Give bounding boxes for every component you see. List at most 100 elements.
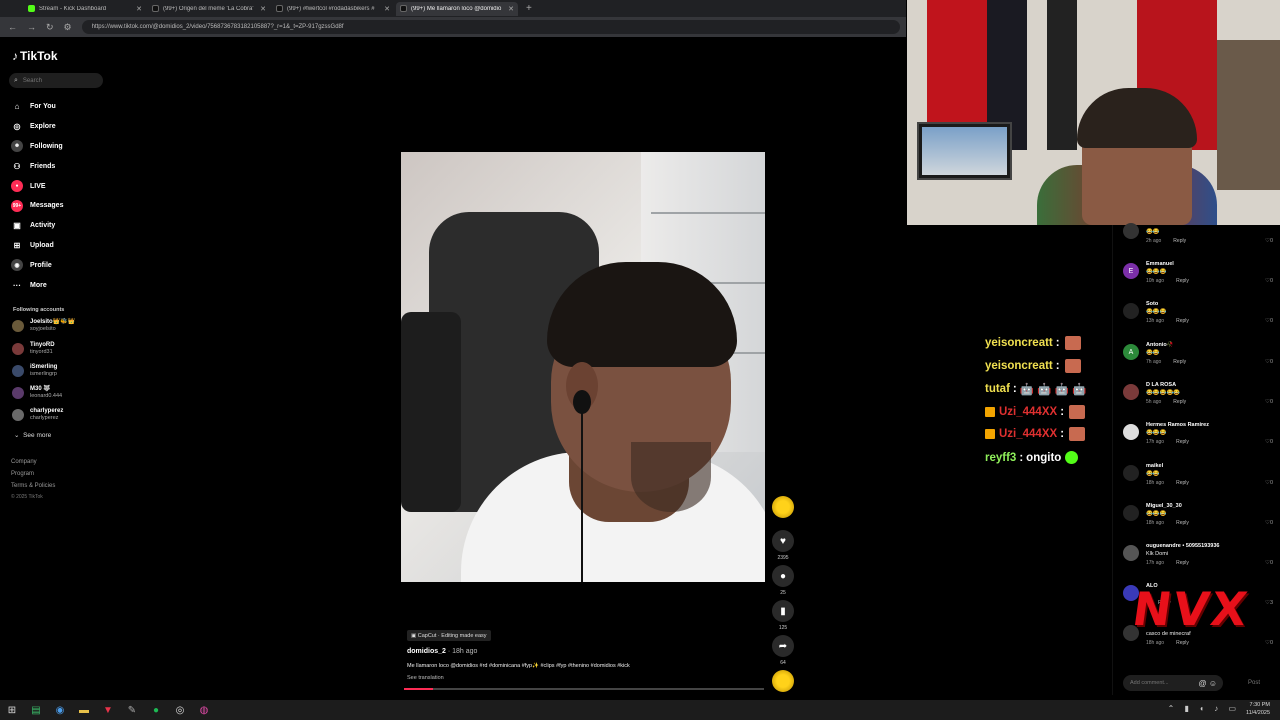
reply-button[interactable]: Reply <box>1173 359 1186 365</box>
like-button[interactable]: ♥ 2395 <box>772 530 794 561</box>
comment-author[interactable]: maikel <box>1146 463 1163 469</box>
sidebar-item-more[interactable]: ··· More <box>11 275 63 295</box>
sidebar-item-for-you[interactable]: ⌂ For You <box>11 97 63 117</box>
spotify-icon[interactable]: ● <box>148 702 164 718</box>
pen-icon[interactable]: ✎ <box>124 702 140 718</box>
comment-like-button[interactable]: ♡0 <box>1265 278 1273 284</box>
site-info-icon[interactable]: ⚙ <box>64 22 72 33</box>
comment-author[interactable]: ouguenandre • 50955193936 <box>1146 543 1219 549</box>
reply-button[interactable]: Reply <box>1176 439 1189 445</box>
sidebar-item-explore[interactable]: ◎ Explore <box>11 117 63 137</box>
obs-icon[interactable]: ◎ <box>172 702 188 718</box>
share-button[interactable]: ➦ 64 <box>772 635 794 666</box>
back-icon[interactable]: ← <box>8 22 17 32</box>
followed-account[interactable]: Joelsito👑🐝👑 soyjoelsito <box>12 319 75 333</box>
sidebar-item-friends[interactable]: ⚇ Friends <box>11 156 63 176</box>
system-tray-icons[interactable]: ⌃ ▮ ◖ ♪ ▭ <box>1168 704 1240 713</box>
comment-author[interactable]: Antonio🥀 <box>1146 342 1174 348</box>
music-disc-button[interactable] <box>772 670 794 692</box>
close-tab-icon[interactable]: ✕ <box>260 5 266 13</box>
close-tab-icon[interactable]: ✕ <box>136 5 142 13</box>
chrome-icon[interactable]: ◉ <box>52 702 68 718</box>
footer-link-program[interactable]: Program <box>11 471 34 477</box>
logo-text: TikTok <box>20 49 58 63</box>
capcut-tag[interactable]: ▣ CapCut · Editing made easy <box>407 630 491 641</box>
followed-account[interactable]: TinyoRD tinyord31 <box>12 342 55 356</box>
followed-account[interactable]: M30 🐺 leonard0.444 <box>12 386 62 400</box>
browser-tab[interactable]: Stream - Kick Dashboard ✕ <box>24 2 146 16</box>
footer-link-company[interactable]: Company <box>11 459 37 465</box>
reply-button[interactable]: Reply <box>1173 399 1186 405</box>
sidebar-item-activity[interactable]: ▣ Activity <box>11 216 63 236</box>
avatar[interactable] <box>1123 465 1139 481</box>
save-button[interactable]: ▮ 125 <box>772 600 794 631</box>
sidebar-item-live[interactable]: ● LIVE <box>11 176 63 196</box>
comment-like-button[interactable]: ♡0 <box>1265 640 1273 646</box>
creator-avatar-button[interactable] <box>772 496 794 518</box>
video-player[interactable] <box>401 152 765 582</box>
video-author[interactable]: domidios_2 · 18h ago <box>407 648 477 655</box>
new-tab-button[interactable]: + <box>526 3 532 14</box>
reload-icon[interactable]: ↻ <box>46 22 54 33</box>
avatar[interactable] <box>1123 505 1139 521</box>
reply-button[interactable]: Reply <box>1176 278 1189 284</box>
browser-tab[interactable]: (99+) Origen del meme 'La Cobra' ✕ <box>148 2 270 16</box>
browser-tab[interactable]: (99+) #fwertcol #rodadasbikers # ✕ <box>272 2 394 16</box>
footer-link-terms[interactable]: Terms & Policies <box>11 483 55 489</box>
comment-input[interactable]: Add comment... @ ☺ <box>1123 675 1223 691</box>
comment-like-button[interactable]: ♡0 <box>1265 238 1273 244</box>
forward-icon[interactable]: → <box>27 22 36 32</box>
followed-account[interactable]: charlyperez charlyperez <box>12 408 63 422</box>
see-more-link[interactable]: ⌄ See more <box>14 431 51 439</box>
reply-button[interactable]: Reply <box>1176 560 1189 566</box>
folder-icon[interactable]: ▬ <box>76 702 92 718</box>
comment-author[interactable]: Emmanuel <box>1146 261 1174 267</box>
windows-icon[interactable]: ⊞ <box>4 702 20 718</box>
comment-author[interactable]: Miguel_30_30 <box>1146 503 1182 509</box>
close-tab-icon[interactable]: ✕ <box>384 5 390 13</box>
url-field[interactable]: https://www.tiktok.com/@domidios_2/video… <box>81 20 900 34</box>
comment-like-button[interactable]: ♡3 <box>1265 600 1273 606</box>
close-tab-icon[interactable]: ✕ <box>508 5 514 13</box>
avatar[interactable]: A <box>1123 344 1139 360</box>
tiktok-logo[interactable]: ♪ TikTok <box>12 49 58 63</box>
reply-button[interactable]: Reply <box>1176 480 1189 486</box>
comment-like-button[interactable]: ♡0 <box>1265 480 1273 486</box>
comment-like-button[interactable]: ♡0 <box>1265 318 1273 324</box>
sidebar-item-profile[interactable]: ◉ Profile <box>11 255 63 275</box>
reply-button[interactable]: Reply <box>1176 318 1189 324</box>
comment-author[interactable]: Soto <box>1146 301 1158 307</box>
browser-tab-active[interactable]: (99+) Me llamaron loco @domidio ✕ <box>396 1 518 16</box>
comment-like-button[interactable]: ♡0 <box>1265 439 1273 445</box>
reply-button[interactable]: Reply <box>1176 640 1189 646</box>
reply-button[interactable]: Reply <box>1176 520 1189 526</box>
comment-author[interactable]: Hermes Ramos Ramirez <box>1146 422 1209 428</box>
search-input[interactable]: ⌕ Search <box>9 73 103 88</box>
browser-icon[interactable]: ◍ <box>196 702 212 718</box>
avatar[interactable] <box>1123 545 1139 561</box>
reply-button[interactable]: Reply <box>1173 238 1186 244</box>
avatar[interactable] <box>1123 303 1139 319</box>
see-translation-link[interactable]: See translation <box>407 675 444 681</box>
comment-author[interactable]: D LA ROSA <box>1146 382 1176 388</box>
comment-like-button[interactable]: ♡0 <box>1265 359 1273 365</box>
avatar[interactable] <box>1123 384 1139 400</box>
post-button[interactable]: Post <box>1248 680 1260 686</box>
followed-account[interactable]: iSmerling ismerlingrp <box>12 364 57 378</box>
video-progress-bar[interactable] <box>404 688 764 690</box>
terminal-icon[interactable]: ▤ <box>28 702 44 718</box>
comment-like-button[interactable]: ♡0 <box>1265 560 1273 566</box>
chat-message: Uzi_444XX: <box>985 427 1086 441</box>
avatar[interactable] <box>1123 424 1139 440</box>
comment-button[interactable]: ● 25 <box>772 565 794 596</box>
clock[interactable]: 7:30 PM 11/4/2025 <box>1246 702 1270 717</box>
avatar[interactable] <box>1123 223 1139 239</box>
avatar[interactable]: E <box>1123 263 1139 279</box>
sidebar-item-upload[interactable]: ⊞ Upload <box>11 236 63 256</box>
comment-like-button[interactable]: ♡0 <box>1265 520 1273 526</box>
app-icon[interactable]: ▼ <box>100 702 116 718</box>
comment-like-button[interactable]: ♡0 <box>1265 399 1273 405</box>
sidebar-item-messages[interactable]: 99+ Messages <box>11 196 63 216</box>
mention-emoji-icon[interactable]: @ ☺ <box>1198 679 1217 688</box>
sidebar-item-following[interactable]: ☻ Following <box>11 137 63 157</box>
